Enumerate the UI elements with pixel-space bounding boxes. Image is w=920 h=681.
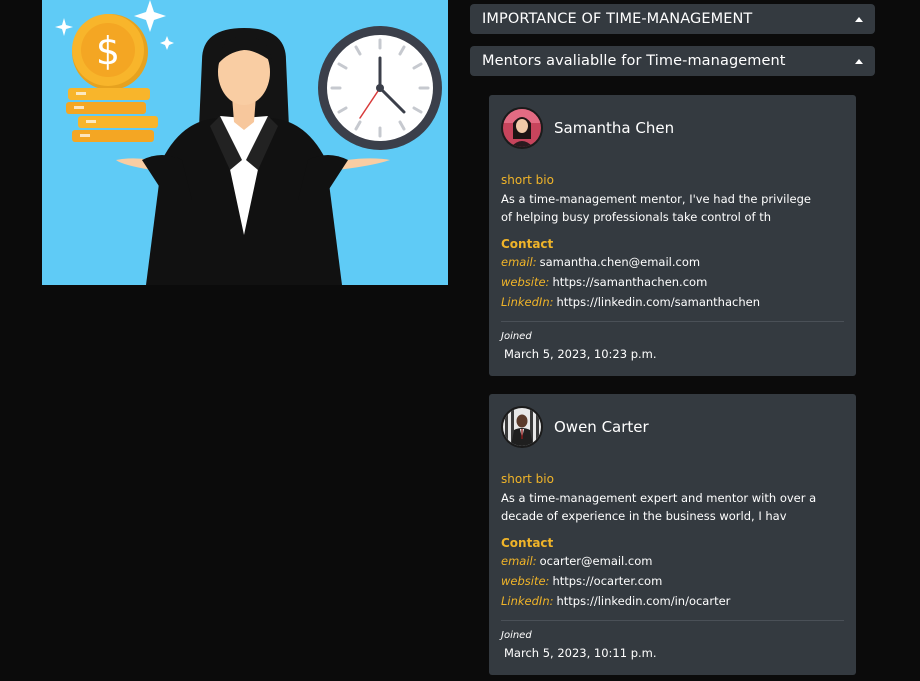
mentor-header: Owen Carter	[501, 406, 844, 448]
mentor-header: Samantha Chen	[501, 107, 844, 149]
accordion-title: Mentors avaliablle for Time-management	[482, 53, 786, 69]
email-row: email: ocarter@email.com	[501, 553, 844, 570]
divider	[501, 620, 844, 621]
divider	[501, 321, 844, 322]
bio-text: As a time-management expert and mentor w…	[501, 491, 817, 523]
mentor-name: Samantha Chen	[554, 119, 675, 137]
accordion-importance-of-time-management[interactable]: IMPORTANCE OF TIME-MANAGEMENT	[470, 4, 875, 34]
linkedin-row: LinkedIn: https://linkedin.com/in/ocarter	[501, 593, 844, 610]
email-value[interactable]: ocarter@email.com	[540, 554, 653, 568]
dollar-coin-icon: $	[72, 14, 148, 90]
joined-date: March 5, 2023, 10:23 p.m.	[504, 347, 657, 361]
joined-date: March 5, 2023, 10:11 p.m.	[504, 646, 657, 660]
mentor-card: Owen Carter short bio As a time-manageme…	[489, 394, 856, 675]
avatar	[501, 406, 543, 448]
svg-text:$: $	[96, 29, 120, 73]
mentor-name: Owen Carter	[554, 418, 649, 436]
hero-illustration: $	[42, 0, 448, 285]
linkedin-value[interactable]: https://linkedin.com/in/ocarter	[556, 594, 730, 608]
joined-label: Joined	[501, 331, 532, 342]
linkedin-key: LinkedIn:	[501, 594, 554, 608]
bio-label: short bio	[501, 173, 554, 187]
email-key: email:	[501, 554, 537, 568]
linkedin-key: LinkedIn:	[501, 295, 554, 309]
clock-icon	[318, 26, 442, 150]
email-row: email: samantha.chen@email.com	[501, 254, 844, 271]
website-key: website:	[501, 574, 550, 588]
mentor-card: Samantha Chen short bio As a time-manage…	[489, 95, 856, 376]
website-key: website:	[501, 275, 550, 289]
linkedin-value[interactable]: https://linkedin.com/samanthachen	[556, 295, 760, 309]
linkedin-row: LinkedIn: https://linkedin.com/samanthach…	[501, 294, 844, 311]
accordion-title: IMPORTANCE OF TIME-MANAGEMENT	[482, 11, 753, 27]
bio-label: short bio	[501, 472, 554, 486]
website-row: website: https://ocarter.com	[501, 573, 844, 590]
email-key: email:	[501, 255, 537, 269]
website-value[interactable]: https://samanthachen.com	[552, 275, 707, 289]
bio-text: As a time-management mentor, I've had th…	[501, 192, 811, 224]
email-value[interactable]: samantha.chen@email.com	[540, 255, 700, 269]
website-value[interactable]: https://ocarter.com	[552, 574, 662, 588]
contact-label: Contact	[501, 237, 554, 251]
coin-stack-icon	[66, 88, 158, 142]
website-row: website: https://samanthachen.com	[501, 274, 844, 291]
caret-up-icon	[855, 58, 863, 64]
avatar	[501, 107, 543, 149]
caret-up-icon	[855, 16, 863, 22]
contact-label: Contact	[501, 536, 554, 550]
accordion-mentors[interactable]: Mentors avaliablle for Time-management	[470, 46, 875, 76]
joined-label: Joined	[501, 630, 532, 641]
